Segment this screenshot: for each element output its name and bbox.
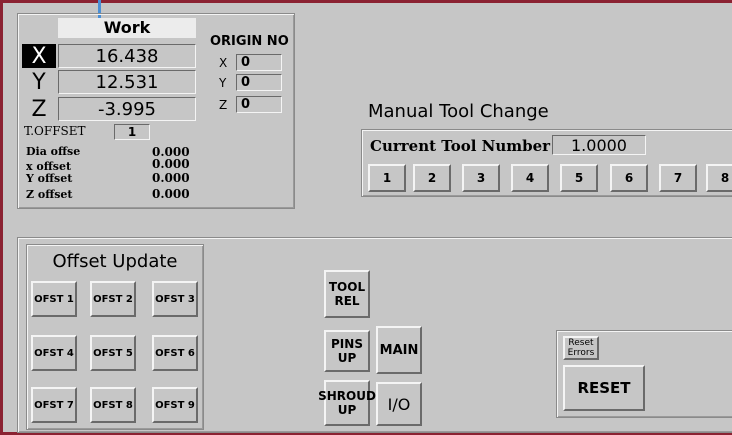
window-frame: Work X 16.438 Y 12.531 Z -3.995 T.OFFSET… <box>0 0 732 435</box>
manual-tool-title: Manual Tool Change <box>368 101 549 122</box>
work-z-value: -3.995 <box>58 97 196 121</box>
axis-label-x: X <box>22 44 56 69</box>
offset-button-5[interactable]: OFST 5 <box>90 335 136 371</box>
offset-update-panel: Offset Update OFST 1 OFST 2 OFST 3 OFST 4 OF… <box>26 244 204 430</box>
offset-button-7[interactable]: OFST 7 <box>31 387 77 423</box>
origin-z-value: 0 <box>236 96 282 113</box>
y-offset-value: 0.000 <box>152 171 190 185</box>
offset-update-title: Offset Update <box>52 251 178 272</box>
axis-label-z: Z <box>31 96 47 122</box>
tool-button-7[interactable]: 7 <box>659 164 697 192</box>
origin-axis-y: Y <box>219 76 227 90</box>
z-offset-label: Z offset <box>26 188 73 201</box>
axis-label-y: Y <box>32 69 46 95</box>
origin-y-value: 0 <box>236 74 282 91</box>
offset-button-8[interactable]: OFST 8 <box>90 387 136 423</box>
tool-offset-value: 1 <box>114 124 150 140</box>
main-button[interactable]: MAIN <box>376 326 422 374</box>
tool-button-2[interactable]: 2 <box>413 164 451 192</box>
reset-errors-button[interactable]: Reset Errors <box>563 336 599 360</box>
origin-header: ORIGIN NO <box>210 34 289 49</box>
offset-button-1[interactable]: OFST 1 <box>31 281 77 317</box>
tool-button-3[interactable]: 3 <box>462 164 500 192</box>
reset-panel: Reset Errors RESET <box>556 330 732 418</box>
lower-panel: Offset Update OFST 1 OFST 2 OFST 3 OFST 4 OF… <box>17 237 732 433</box>
origin-axis-x: X <box>219 56 228 70</box>
tool-rel-button[interactable]: TOOL REL <box>324 270 370 318</box>
origin-axis-z: Z <box>219 98 228 112</box>
manual-tool-panel: Current Tool Number 1.0000 12345678 <box>361 129 732 197</box>
work-panel: Work X 16.438 Y 12.531 Z -3.995 T.OFFSET… <box>17 13 295 209</box>
shroud-up-button[interactable]: SHROUD UP <box>318 380 376 426</box>
dia-offset-label: Dia offse <box>26 145 81 158</box>
tool-button-5[interactable]: 5 <box>560 164 598 192</box>
current-tool-label: Current Tool Number <box>370 137 551 155</box>
offset-button-4[interactable]: OFST 4 <box>31 335 77 371</box>
work-x-value: 16.438 <box>58 44 196 68</box>
x-offset-value: 0.000 <box>152 157 190 171</box>
tool-button-6[interactable]: 6 <box>610 164 648 192</box>
work-y-value: 12.531 <box>58 70 196 94</box>
z-offset-value: 0.000 <box>152 187 190 201</box>
tool-offset-label: T.OFFSET <box>24 124 86 138</box>
io-button[interactable]: I/O <box>376 382 422 426</box>
current-tool-value: 1.0000 <box>552 135 646 155</box>
pins-up-button[interactable]: PINS UP <box>324 330 370 372</box>
offset-button-3[interactable]: OFST 3 <box>152 281 198 317</box>
offset-button-6[interactable]: OFST 6 <box>152 335 198 371</box>
work-header: Work <box>58 18 196 38</box>
tool-button-1[interactable]: 1 <box>368 164 406 192</box>
offset-button-2[interactable]: OFST 2 <box>90 281 136 317</box>
y-offset-label: Y offset <box>26 172 73 185</box>
origin-x-value: 0 <box>236 54 282 71</box>
tool-button-4[interactable]: 4 <box>511 164 549 192</box>
tool-button-8[interactable]: 8 <box>706 164 732 192</box>
reset-button[interactable]: RESET <box>563 365 645 411</box>
offset-button-9[interactable]: OFST 9 <box>152 387 198 423</box>
